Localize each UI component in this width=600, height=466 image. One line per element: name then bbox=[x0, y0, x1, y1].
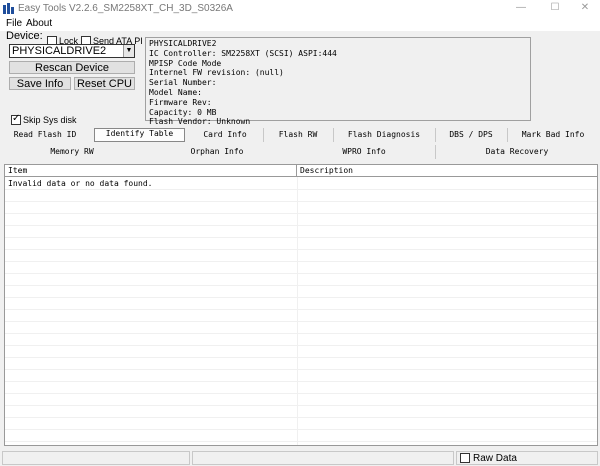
skip-sys-label: Skip Sys disk bbox=[23, 115, 77, 125]
reset-cpu-button[interactable]: Reset CPU bbox=[74, 77, 135, 90]
row-divider bbox=[5, 429, 597, 430]
window-title: Easy Tools V2.2.6_SM2258XT_CH_3D_S0326A bbox=[18, 3, 233, 14]
row-divider bbox=[5, 441, 597, 442]
tab-orphan-info[interactable]: Orphan Info bbox=[140, 147, 294, 159]
row-divider bbox=[5, 213, 597, 214]
row-divider bbox=[5, 333, 597, 334]
menu-about[interactable]: About bbox=[26, 18, 52, 29]
info-line: Serial Number: bbox=[149, 78, 217, 88]
status-bar: Raw Data bbox=[0, 449, 600, 466]
row-divider bbox=[5, 369, 597, 370]
info-line: Model Name: bbox=[149, 87, 202, 97]
row-divider bbox=[5, 249, 597, 250]
maximize-icon[interactable]: ☐ bbox=[540, 1, 570, 15]
device-label: Device: bbox=[6, 30, 43, 42]
raw-data-label: Raw Data bbox=[473, 453, 517, 464]
close-icon[interactable]: ✕ bbox=[570, 1, 600, 15]
info-line: Firmware Rev: bbox=[149, 97, 212, 107]
device-info-panel: PHYSICALDRIVE2 IC Controller: SM2258XT (… bbox=[145, 37, 531, 126]
row-divider bbox=[5, 285, 597, 286]
tab-identify-table[interactable]: Identify Table bbox=[94, 128, 185, 142]
row-divider bbox=[5, 393, 597, 394]
row-divider bbox=[5, 381, 597, 382]
row-divider bbox=[5, 273, 597, 274]
status-panel-2 bbox=[192, 451, 454, 465]
info-line: Flash Vendor: Unknown bbox=[149, 117, 251, 127]
info-line: IC Controller: SM2258XT (SCSI) ASPI:444 bbox=[149, 48, 337, 58]
menu-file[interactable]: File bbox=[6, 18, 22, 29]
column-header-item[interactable]: Item bbox=[5, 165, 297, 177]
info-line: Internel FW revision: (null) bbox=[149, 68, 284, 78]
row-divider bbox=[5, 417, 597, 418]
tab-mark-bad-info[interactable]: Mark Bad Info bbox=[508, 130, 598, 142]
minimize-icon[interactable]: — bbox=[506, 1, 536, 15]
row-divider bbox=[5, 345, 597, 346]
row-divider bbox=[5, 297, 597, 298]
device-select-value: PHYSICALDRIVE2 bbox=[12, 45, 107, 57]
tab-data-recovery[interactable]: Data Recovery bbox=[436, 147, 598, 159]
row-divider bbox=[5, 189, 597, 190]
tab-flash-diagnosis[interactable]: Flash Diagnosis bbox=[334, 130, 434, 142]
menu-bar: File About bbox=[0, 17, 600, 31]
info-line: Capacity: 0 MB bbox=[149, 107, 217, 117]
info-line: PHYSICALDRIVE2 bbox=[149, 39, 217, 48]
info-line: MPISP Code Mode bbox=[149, 58, 222, 68]
tab-read-flash-id[interactable]: Read Flash ID bbox=[4, 130, 86, 142]
status-panel-1 bbox=[2, 451, 190, 465]
title-bar: Easy Tools V2.2.6_SM2258XT_CH_3D_S0326A … bbox=[0, 0, 600, 17]
row-divider bbox=[5, 309, 597, 310]
row-divider bbox=[5, 321, 597, 322]
row-divider bbox=[5, 357, 597, 358]
rescan-device-button[interactable]: Rescan Device bbox=[9, 61, 135, 74]
tab-memory-rw[interactable]: Memory RW bbox=[4, 147, 140, 159]
raw-data-checkbox[interactable] bbox=[460, 453, 470, 463]
column-header-description[interactable]: Description bbox=[297, 165, 597, 177]
save-info-button[interactable]: Save Info bbox=[9, 77, 71, 90]
skip-sys-checkbox[interactable] bbox=[11, 113, 21, 125]
row-divider bbox=[5, 237, 597, 238]
row-divider bbox=[5, 405, 597, 406]
table-cell-item: Invalid data or no data found. bbox=[8, 179, 153, 188]
tab-dbs-dps[interactable]: DBS / DPS bbox=[436, 130, 506, 142]
chevron-down-icon[interactable]: ▼ bbox=[123, 45, 134, 57]
app-icon bbox=[3, 3, 14, 14]
row-divider bbox=[5, 225, 597, 226]
row-divider bbox=[5, 261, 597, 262]
tab-card-info[interactable]: Card Info bbox=[188, 130, 262, 142]
tab-flash-rw[interactable]: Flash RW bbox=[264, 130, 332, 142]
result-table[interactable]: Item Description Invalid data or no data… bbox=[4, 164, 598, 446]
device-select[interactable]: PHYSICALDRIVE2 ▼ bbox=[9, 44, 135, 58]
tab-wpro-info[interactable]: WPRO Info bbox=[294, 147, 434, 159]
row-divider bbox=[5, 201, 597, 202]
